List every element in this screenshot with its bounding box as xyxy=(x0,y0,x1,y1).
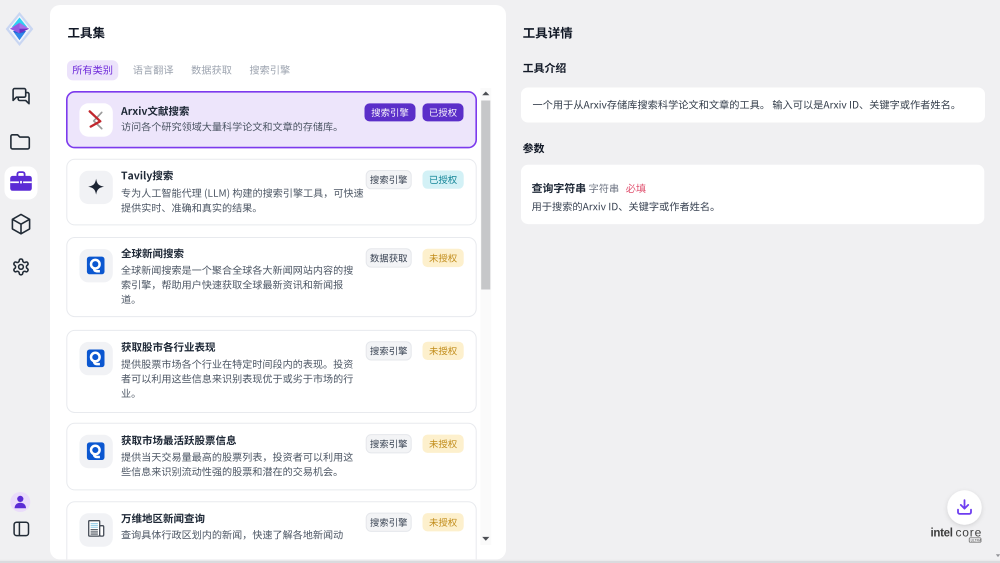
svg-text:ULTRA: ULTRA xyxy=(971,538,982,542)
svg-text:intel: intel xyxy=(931,528,953,540)
